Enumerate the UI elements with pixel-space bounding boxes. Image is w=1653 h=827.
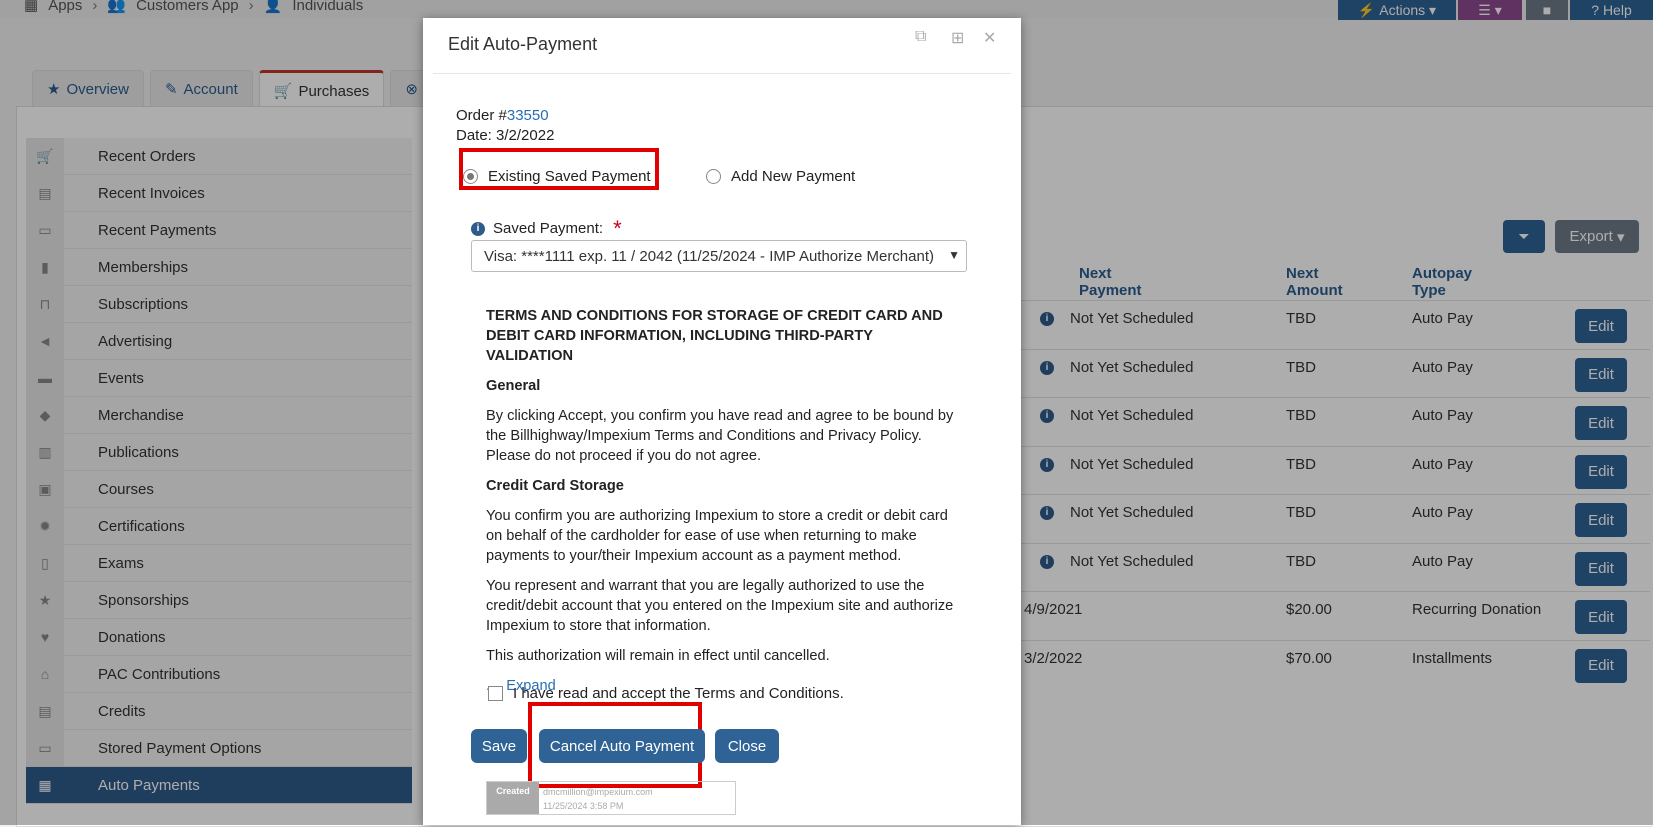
- cancel-auto-payment-button[interactable]: Cancel Auto Payment: [539, 729, 705, 763]
- radio-add-new-payment[interactable]: Add New Payment: [706, 168, 855, 185]
- terms-text: TERMS AND CONDITIONS FOR STORAGE OF CRED…: [486, 306, 956, 706]
- close-button[interactable]: Close: [715, 729, 779, 763]
- modal-title: Edit Auto-Payment: [448, 34, 598, 54]
- saved-payment-select[interactable]: Visa: ****1111 exp. 11 / 2042 (11/25/202…: [471, 240, 967, 272]
- saved-payment-label: i Saved Payment: *: [471, 215, 622, 241]
- general-heading: General: [486, 378, 541, 394]
- storage-heading: Credit Card Storage: [486, 478, 624, 494]
- created-stamp: Created dmcmillion@impexium.com 11/25/20…: [486, 781, 736, 815]
- storage-text: You confirm you are authorizing Impexium…: [486, 508, 948, 564]
- required-asterisk: *: [613, 215, 622, 241]
- terms-heading: TERMS AND CONDITIONS FOR STORAGE OF CRED…: [486, 308, 943, 364]
- info-icon[interactable]: i: [471, 221, 485, 236]
- order-number-link[interactable]: 33550: [507, 107, 549, 124]
- radio-existing-saved-payment[interactable]: Existing Saved Payment: [463, 168, 651, 185]
- warrant-text: You represent and warrant that you are l…: [486, 578, 954, 634]
- maximize-icon[interactable]: ⊞: [951, 28, 964, 48]
- close-icon[interactable]: ✕: [983, 28, 996, 48]
- created-info: dmcmillion@impexium.com 11/25/2024 3:58 …: [539, 782, 657, 814]
- general-text: By clicking Accept, you confirm you have…: [486, 408, 954, 464]
- edit-auto-payment-modal: Edit Auto-Payment ⧉ ⊞ ✕ Order #33550 Dat…: [423, 18, 1021, 825]
- accept-terms-checkbox[interactable]: [488, 686, 503, 701]
- created-at: 11/25/2024 3:58 PM: [543, 801, 624, 811]
- radio-button[interactable]: [706, 169, 721, 184]
- authorization-text: This authorization will remain in effect…: [486, 648, 830, 664]
- divider: [433, 73, 1011, 74]
- radio-button-selected[interactable]: [463, 169, 478, 184]
- chevron-down-icon: ▼: [948, 248, 960, 262]
- accept-terms-row[interactable]: I have read and accept the Terms and Con…: [488, 685, 844, 702]
- order-info: Order #33550 Date: 3/2/2022: [456, 106, 554, 146]
- external-link-icon[interactable]: ⧉: [915, 28, 926, 46]
- order-label: Order #: [456, 107, 507, 124]
- created-tag: Created: [487, 782, 539, 814]
- created-by: dmcmillion@impexium.com: [543, 787, 653, 797]
- save-button[interactable]: Save: [471, 729, 527, 763]
- order-date: Date: 3/2/2022: [456, 127, 555, 144]
